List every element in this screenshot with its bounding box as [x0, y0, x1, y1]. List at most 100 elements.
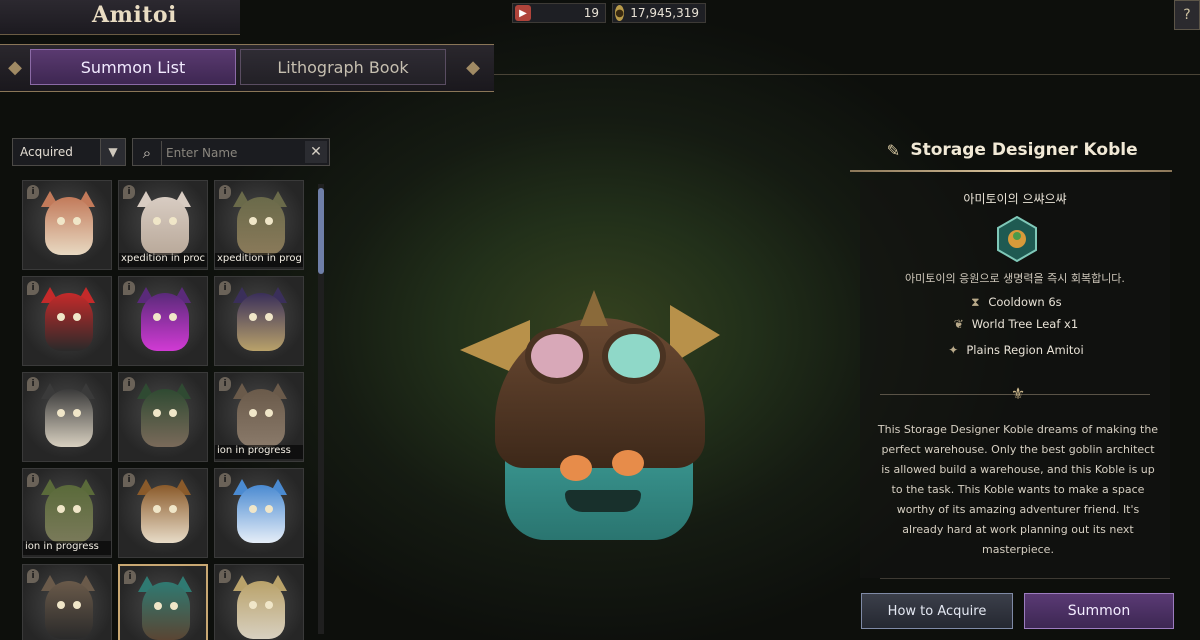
amitoi-grid-cell[interactable]: i [214, 564, 304, 640]
info-icon[interactable]: i [219, 569, 231, 583]
info-icon[interactable]: i [27, 281, 39, 295]
amitoi-grid-cell[interactable]: i xpedition in prog [214, 180, 304, 270]
divider [880, 578, 1170, 579]
stat-summon-cost: ❦ World Tree Leaf x1 [860, 315, 1170, 333]
amitoi-portrait-eye [169, 313, 177, 321]
help-icon: ? [1183, 7, 1191, 23]
amitoi-portrait [237, 485, 285, 543]
amitoi-grid-cell[interactable]: i [118, 564, 208, 640]
amitoi-portrait-eye [170, 602, 178, 610]
currency-ticket: ▶ 19 [512, 3, 606, 23]
how-to-acquire-button[interactable]: How to Acquire [861, 593, 1013, 629]
amitoi-portrait [237, 389, 285, 447]
amitoi-portrait-eye [73, 217, 81, 225]
amitoi-grid-cell[interactable]: i [214, 468, 304, 558]
currency-gold: ● 17,945,319 [612, 3, 706, 23]
acquired-filter-dropdown[interactable]: Acquired ▼ [12, 138, 126, 166]
amitoi-portrait [45, 197, 93, 255]
amitoi-grid-cell[interactable]: i [118, 372, 208, 462]
scrollbar-thumb[interactable] [318, 188, 324, 274]
amitoi-portrait-eye [265, 313, 273, 321]
amitoi-portrait [141, 485, 189, 543]
expedition-status-label: xpedition in proc [119, 253, 207, 267]
amitoi-portrait [141, 389, 189, 447]
amitoi-portrait-eye [57, 601, 65, 609]
info-icon[interactable]: i [219, 473, 231, 487]
info-icon[interactable]: i [219, 281, 231, 295]
amitoi-grid-cell[interactable]: i ion in progress [22, 468, 112, 558]
amitoi-portrait [237, 581, 285, 639]
help-button[interactable]: ? [1174, 0, 1200, 30]
search-icon[interactable]: ⌕ [137, 143, 157, 163]
clear-search-button[interactable]: ✕ [305, 141, 327, 163]
character-mouth [565, 490, 641, 512]
info-icon[interactable]: i [123, 185, 135, 199]
info-icon[interactable]: i [124, 570, 136, 584]
amitoi-grid-cell[interactable]: i xpedition in proc [118, 180, 208, 270]
amitoi-grid-cell[interactable]: i [118, 276, 208, 366]
expedition-status-label: xpedition in prog [215, 253, 303, 267]
amitoi-grid-cell[interactable]: i [22, 564, 112, 640]
amitoi-portrait-eye [57, 505, 65, 513]
info-icon[interactable]: i [27, 473, 39, 487]
amitoi-grid-cell[interactable]: i [22, 372, 112, 462]
skill-icon [997, 216, 1037, 262]
tab-summon-list[interactable]: Summon List [30, 49, 236, 85]
search-input[interactable] [161, 141, 310, 165]
amitoi-portrait-eye [153, 409, 161, 417]
amitoi-portrait-eye [73, 505, 81, 513]
info-icon[interactable]: i [27, 569, 39, 583]
summon-button[interactable]: Summon [1024, 593, 1174, 629]
info-icon[interactable]: i [123, 473, 135, 487]
close-icon: ✕ [310, 144, 322, 160]
info-icon[interactable]: i [123, 281, 135, 295]
amitoi-portrait-eye [249, 409, 257, 417]
character-eye-right [612, 450, 644, 476]
stat-label: Cooldown 6s [988, 295, 1062, 309]
amitoi-portrait-eye [73, 409, 81, 417]
divider [494, 74, 1200, 75]
amitoi-grid-cell[interactable]: i [214, 276, 304, 366]
info-icon[interactable]: i [27, 185, 39, 199]
info-icon[interactable]: i [219, 185, 231, 199]
hourglass-icon: ⧗ [971, 294, 980, 309]
amitoi-portrait-eye [57, 313, 65, 321]
amitoi-portrait-eye [57, 217, 65, 225]
amitoi-name: Storage Designer Koble [910, 140, 1138, 160]
info-icon[interactable]: i [123, 377, 135, 391]
amitoi-portrait-eye [73, 313, 81, 321]
amitoi-grid-cell[interactable]: i [22, 276, 112, 366]
character-spike [580, 290, 608, 326]
amitoi-grid: i i xpedition in proc i xpedition in prog i i i… [22, 180, 314, 640]
amitoi-portrait-eye [169, 505, 177, 513]
amitoi-portrait-eye [153, 313, 161, 321]
header-divider [850, 170, 1172, 172]
character-eye-left [560, 455, 592, 481]
amitoi-portrait-eye [249, 217, 257, 225]
page-title: Amitoi [92, 2, 177, 28]
stat-label: Plains Region Amitoi [966, 343, 1084, 357]
amitoi-grid-cell[interactable]: i [22, 180, 112, 270]
amitoi-portrait [45, 293, 93, 351]
amitoi-portrait-eye [154, 602, 162, 610]
amitoi-portrait [142, 582, 190, 640]
chevron-down-icon[interactable]: ▼ [100, 139, 125, 165]
amitoi-portrait [45, 389, 93, 447]
info-icon[interactable]: i [27, 377, 39, 391]
amitoi-portrait-eye [265, 409, 273, 417]
skill-description: 아미토이의 응원으로 생명력을 즉시 회복합니다. [905, 272, 1125, 285]
amitoi-grid-cell[interactable]: i [118, 468, 208, 558]
amitoi-portrait-eye [265, 217, 273, 225]
amitoi-portrait-eye [73, 601, 81, 609]
info-icon[interactable]: i [219, 377, 231, 391]
amitoi-portrait-eye [249, 601, 257, 609]
left-ornament-icon: ◆ [8, 56, 22, 78]
amitoi-portrait [45, 581, 93, 639]
tab-lithograph-book[interactable]: Lithograph Book [240, 49, 446, 85]
amitoi-portrait-eye [153, 505, 161, 513]
right-ornament-icon: ◆ [466, 56, 480, 78]
amitoi-grid-cell[interactable]: i ion in progress [214, 372, 304, 462]
amitoi-portrait-eye [265, 505, 273, 513]
amitoi-portrait-eye [249, 505, 257, 513]
amitoi-portrait [45, 485, 93, 543]
